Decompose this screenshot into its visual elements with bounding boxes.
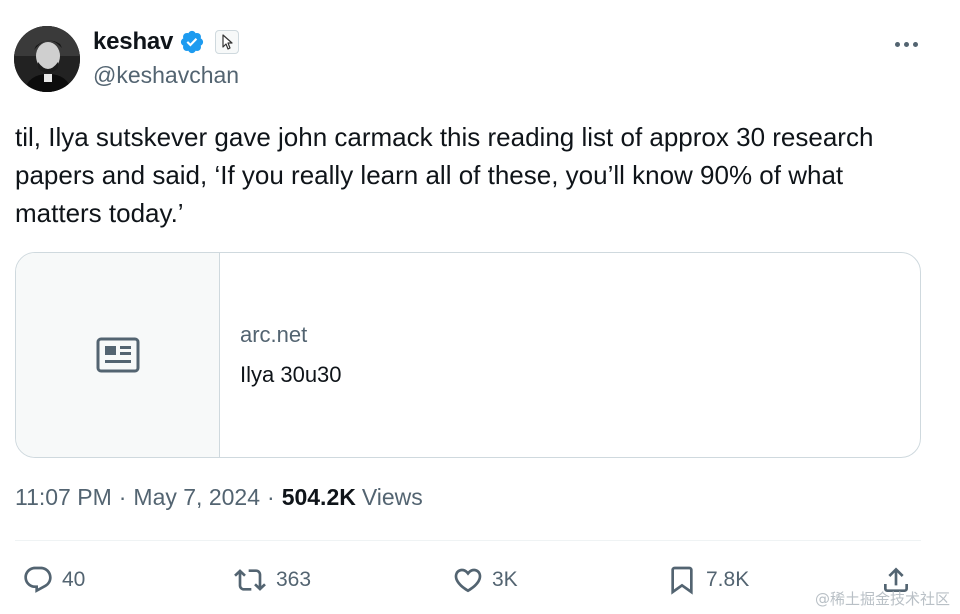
bookmark-icon: [671, 566, 693, 595]
more-icon[interactable]: [890, 34, 922, 54]
like-icon: [454, 568, 482, 593]
divider: [15, 540, 921, 541]
avatar[interactable]: [14, 26, 80, 92]
more-dot: [912, 41, 918, 47]
cursor-icon: [215, 30, 240, 54]
views-label: Views: [361, 484, 423, 510]
reply-icon: [24, 566, 52, 593]
reply-count: 40: [62, 568, 86, 591]
like-count: 3K: [492, 568, 518, 591]
link-card[interactable]: arc.net Ilya 30u30: [15, 252, 921, 458]
tweet-meta: 11:07 PM · May 7, 2024 · 504.2K Views: [15, 484, 423, 511]
link-card-thumbnail: [16, 253, 220, 457]
tweet-date[interactable]: May 7, 2024: [133, 484, 260, 511]
repost-count: 363: [276, 568, 312, 591]
meta-separator: ·: [118, 484, 127, 510]
author-name-row: keshav: [93, 28, 240, 56]
tweet-text: til, Ilya sutskever gave john carmack th…: [15, 122, 874, 228]
views-count: 504.2K: [281, 484, 356, 510]
link-card-body: arc.net Ilya 30u30: [220, 253, 342, 457]
watermark: @稀土掘金技术社区: [814, 590, 950, 608]
link-card-domain: arc.net: [240, 322, 308, 347]
bookmark-button[interactable]: 7.8K: [666, 560, 749, 600]
like-button[interactable]: 3K: [452, 560, 518, 600]
verified-badge-icon[interactable]: [179, 29, 205, 55]
author-display-name[interactable]: keshav: [93, 28, 173, 56]
tweet-page: keshav @keshavchan til, Ilya sutskever g…: [0, 0, 960, 614]
author-handle[interactable]: @keshavchan: [93, 62, 239, 89]
bookmark-count: 7.8K: [706, 568, 750, 591]
repost-icon: [234, 569, 266, 591]
article-icon: [96, 337, 139, 373]
repost-button[interactable]: 363: [232, 560, 311, 600]
meta-separator: ·: [267, 484, 275, 510]
reply-button[interactable]: 40: [22, 560, 85, 600]
link-card-title: Ilya 30u30: [240, 362, 342, 387]
more-dot: [894, 41, 900, 47]
tweet-time[interactable]: 11:07 PM: [15, 484, 112, 511]
more-dot: [903, 41, 909, 47]
